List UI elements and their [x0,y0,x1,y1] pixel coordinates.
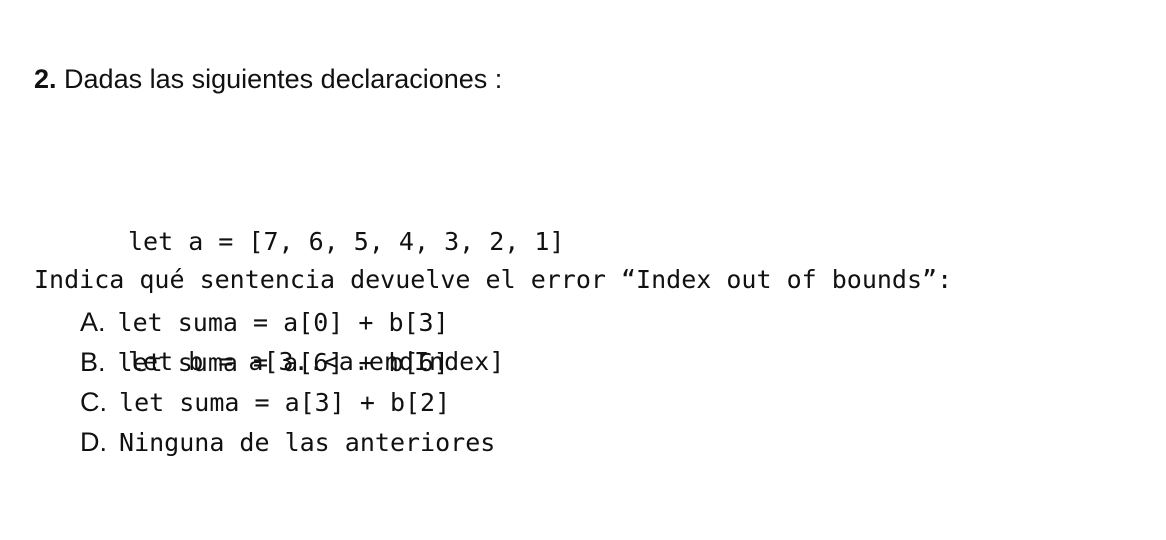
option-text: Ninguna de las anteriores [119,428,496,457]
option-text: let suma = a[6] + b[6] [117,348,449,377]
question-prompt: Indica qué sentencia devuelve el error “… [34,265,953,294]
option-text: let suma = a[0] + b[3] [117,308,449,337]
answer-options: A. let suma = a[0] + b[3] B. let suma = a[… [80,302,495,462]
option-separator: . [99,427,108,457]
code-line: let a = [7, 6, 5, 4, 3, 2, 1] [128,227,565,256]
option-separator: . [99,387,108,417]
option-d[interactable]: D. Ninguna de las anteriores [80,422,495,462]
option-separator: . [98,347,106,377]
option-a[interactable]: A. let suma = a[0] + b[3] [80,302,495,342]
option-separator: . [98,307,106,337]
option-text: let suma = a[3] + b[2] [119,388,451,417]
option-b[interactable]: B. let suma = a[6] + b[6] [80,342,495,382]
question-header: 2. Dadas las siguientes declaraciones : [34,62,502,96]
option-letter: C [80,387,100,417]
option-letter: D [80,427,100,457]
option-letter: B [80,347,99,377]
question-number: 2. [34,64,57,94]
question-text: Dadas las siguientes declaraciones : [56,64,503,94]
option-letter: A [80,307,99,337]
option-c[interactable]: C. let suma = a[3] + b[2] [80,382,495,422]
